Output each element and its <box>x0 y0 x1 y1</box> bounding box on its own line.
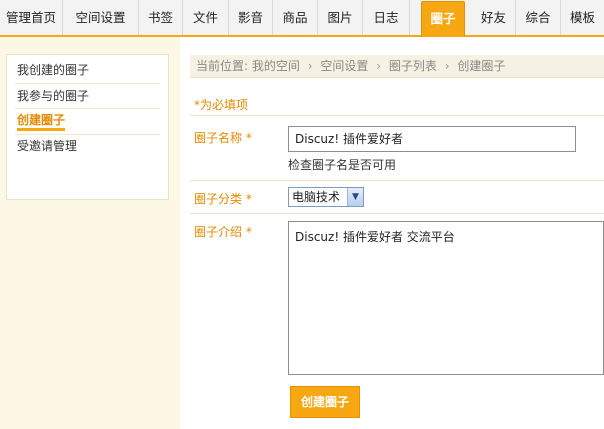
tab-groups[interactable]: 圈子 <box>421 1 465 37</box>
tab-space-settings[interactable]: 空间设置 <box>63 0 139 35</box>
group-intro-textarea[interactable]: Discuz! 插件爱好者 交流平台 <box>288 221 604 375</box>
sidebar-item-invitations[interactable]: 受邀请管理 <box>17 134 77 158</box>
breadcrumb-separator: › <box>444 59 450 73</box>
tab-files[interactable]: 文件 <box>183 0 229 35</box>
group-intro-label: 圈子介绍 * <box>194 225 252 239</box>
group-name-label: 圈子名称 * <box>194 131 252 145</box>
top-nav: 管理首页 空间设置 书签 文件 影音 商品 图片 日志 圈子 好友 综合 模板 <box>0 0 604 37</box>
tab-blog[interactable]: 日志 <box>363 0 410 35</box>
sidebar-item-my-created[interactable]: 我创建的圈子 <box>17 58 89 82</box>
breadcrumb-item-space-settings[interactable]: 空间设置 <box>320 59 368 73</box>
group-name-input[interactable]: Discuz! 插件爱好者 <box>288 126 576 152</box>
breadcrumb-item-create-group: 创建圈子 <box>457 59 506 73</box>
breadcrumb-item-my-space[interactable]: 我的空间 <box>252 59 300 73</box>
sidebar: 我创建的圈子 我参与的圈子 创建圈子 受邀请管理 <box>0 37 180 429</box>
breadcrumb: 当前位置: 我的空间 › 空间设置 › 圈子列表 › 创建圈子 <box>190 55 604 78</box>
tab-friends[interactable]: 好友 <box>472 0 516 35</box>
breadcrumb-separator: › <box>376 59 382 73</box>
group-category-value: 电脑技术 <box>292 190 341 204</box>
main-content: 当前位置: 我的空间 › 空间设置 › 圈子列表 › 创建圈子 *为必填项 圈子… <box>180 37 604 429</box>
chevron-down-icon[interactable]: ▼ <box>347 188 363 206</box>
form-divider <box>190 180 604 181</box>
required-note: *为必填项 <box>194 98 249 112</box>
breadcrumb-separator: › <box>307 59 313 73</box>
tab-templates[interactable]: 模板 <box>561 0 604 35</box>
tab-bookmarks[interactable]: 书签 <box>139 0 183 35</box>
group-category-select[interactable]: 电脑技术 ▼ <box>288 187 364 207</box>
tab-media[interactable]: 影音 <box>229 0 273 35</box>
create-group-button[interactable]: 创建圈子 <box>290 386 360 418</box>
form-divider <box>190 115 604 116</box>
tab-goods[interactable]: 商品 <box>273 0 318 35</box>
check-name-hint: 检查圈子名是否可用 <box>288 158 397 172</box>
tab-images[interactable]: 图片 <box>318 0 363 35</box>
breadcrumb-item-group-list[interactable]: 圈子列表 <box>389 59 437 73</box>
sidebar-menu: 我创建的圈子 我参与的圈子 创建圈子 受邀请管理 <box>6 54 169 200</box>
tab-home[interactable]: 管理首页 <box>0 0 63 35</box>
group-category-label: 圈子分类 * <box>194 192 252 206</box>
form-divider <box>190 213 604 214</box>
sidebar-item-create-group[interactable]: 创建圈子 <box>17 108 65 132</box>
tab-general[interactable]: 综合 <box>516 0 561 35</box>
sidebar-item-joined[interactable]: 我参与的圈子 <box>17 84 89 108</box>
breadcrumb-prefix: 当前位置: <box>196 59 249 73</box>
